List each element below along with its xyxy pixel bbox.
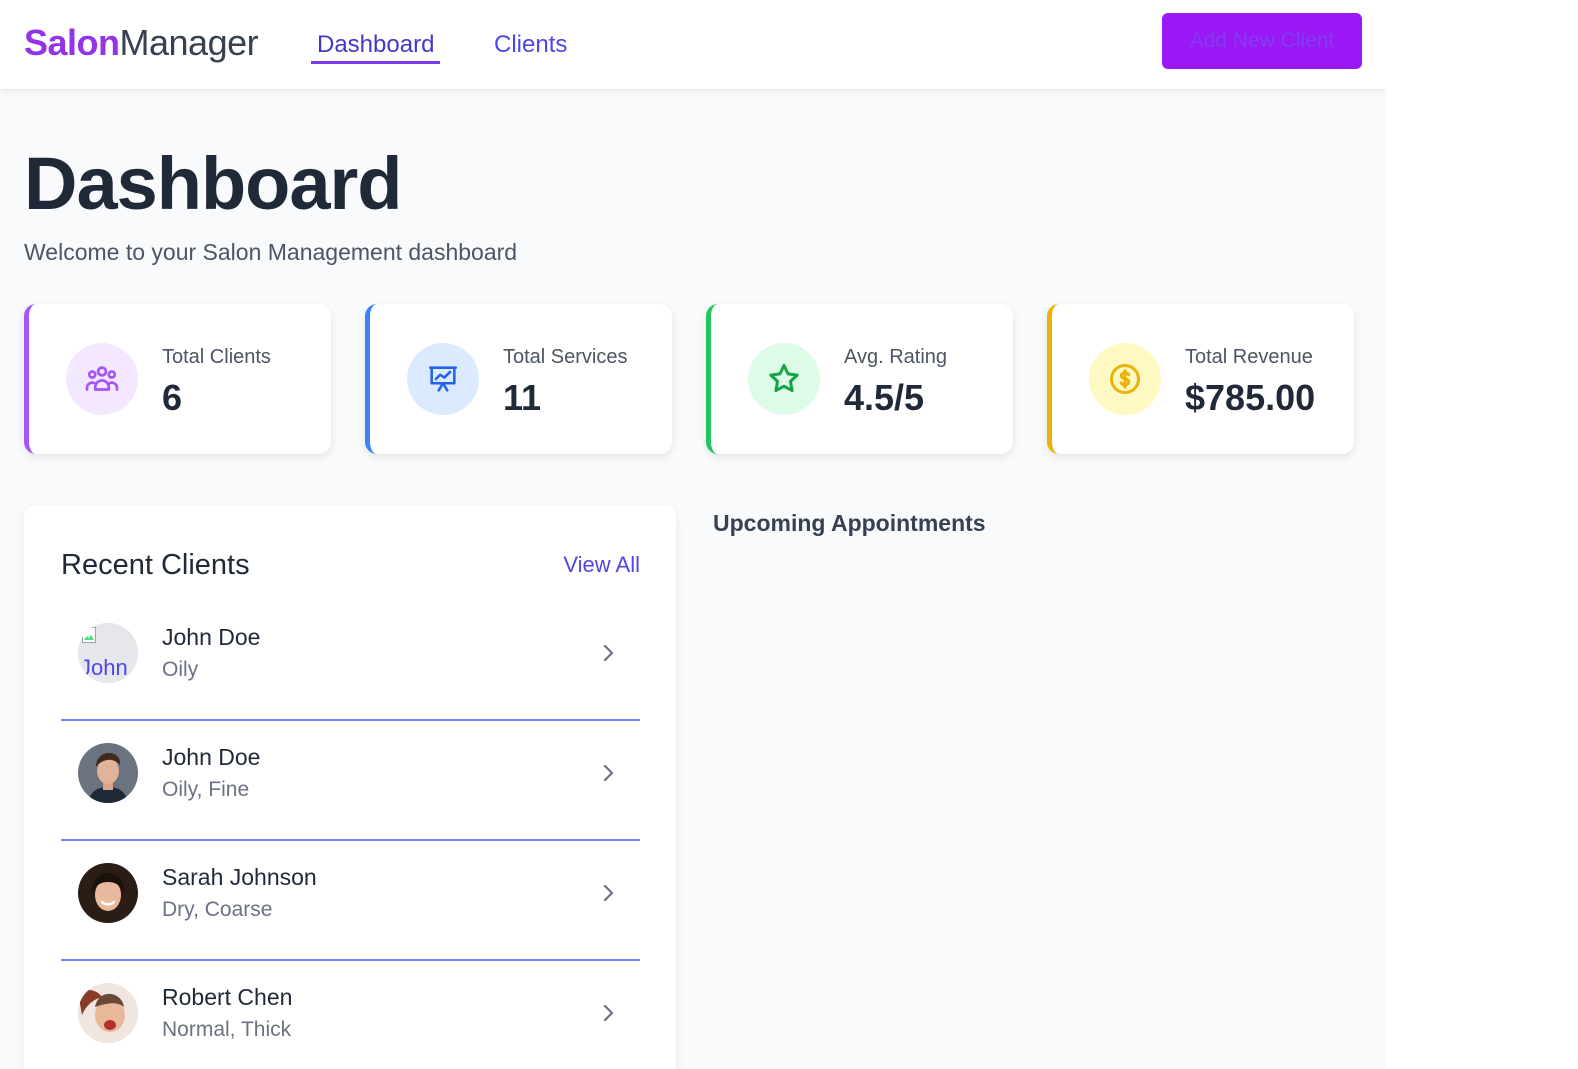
stat-value: 6: [162, 377, 183, 418]
stat-card-total-revenue: Total Revenue $785.00: [1047, 304, 1354, 454]
avatar-alt-text: John: [80, 655, 128, 680]
nav-dashboard[interactable]: Dashboard: [311, 30, 440, 64]
star-icon: [748, 343, 820, 415]
broken-image-icon: John: [78, 623, 138, 683]
page-title: Dashboard: [24, 142, 403, 225]
client-row[interactable]: John John Doe Oily: [61, 601, 640, 721]
stat-label: Total Revenue: [1185, 346, 1313, 368]
client-name: Robert Chen: [162, 984, 293, 1010]
chevron-right-icon: [603, 1004, 614, 1022]
stat-label: Avg. Rating: [844, 346, 948, 368]
chevron-right-icon: [603, 644, 614, 662]
client-hair-type: Normal, Thick: [162, 1018, 292, 1041]
avatar: [78, 863, 138, 923]
client-name: John Doe: [162, 624, 261, 650]
stat-value: $785.00: [1185, 377, 1316, 418]
client-name: Sarah Johnson: [162, 864, 317, 890]
app-window: SalonManager Dashboard Clients Add New C…: [0, 0, 1386, 1069]
page-subtitle: Welcome to your Salon Management dashboa…: [24, 239, 518, 265]
client-row[interactable]: John Doe Oily, Fine: [61, 721, 640, 841]
brand-logo[interactable]: SalonManager: [24, 22, 259, 64]
add-new-client-button[interactable]: Add New Client: [1162, 13, 1362, 69]
recent-clients-title: Recent Clients: [61, 549, 250, 581]
stat-label: Total Clients: [162, 346, 271, 368]
users-icon: [66, 343, 138, 415]
avatar: [78, 983, 138, 1043]
stat-card-avg-rating: Avg. Rating 4.5/5: [706, 304, 1013, 454]
client-row[interactable]: Sarah Johnson Dry, Coarse: [61, 841, 640, 961]
client-hair-type: Dry, Coarse: [162, 898, 273, 921]
avatar: [78, 743, 138, 803]
brand-name-bold: Salon: [24, 22, 120, 63]
dollar-coin-icon: [1089, 343, 1161, 415]
avatar: John: [78, 623, 138, 683]
client-name: John Doe: [162, 744, 261, 770]
stat-card-total-services: Total Services 11: [365, 304, 672, 454]
client-hair-type: Oily, Fine: [162, 778, 250, 801]
top-navbar: SalonManager Dashboard Clients Add New C…: [0, 0, 1386, 89]
stat-card-total-clients: Total Clients 6: [24, 304, 331, 454]
chevron-right-icon: [603, 884, 614, 902]
upcoming-appointments-title: Upcoming Appointments: [713, 510, 986, 536]
stat-value: 11: [503, 377, 542, 418]
client-hair-type: Oily: [162, 658, 199, 681]
nav-clients[interactable]: Clients: [488, 30, 573, 64]
stat-value: 4.5/5: [844, 377, 925, 418]
brand-name-light: Manager: [119, 22, 259, 63]
stat-label: Total Services: [503, 346, 628, 368]
view-all-link[interactable]: View All: [563, 551, 640, 579]
recent-clients-panel: Recent Clients View All John John Doe Oi…: [24, 505, 676, 1069]
chevron-right-icon: [603, 764, 614, 782]
presentation-chart-icon: [407, 343, 479, 415]
client-row[interactable]: Robert Chen Normal, Thick: [61, 961, 640, 1069]
